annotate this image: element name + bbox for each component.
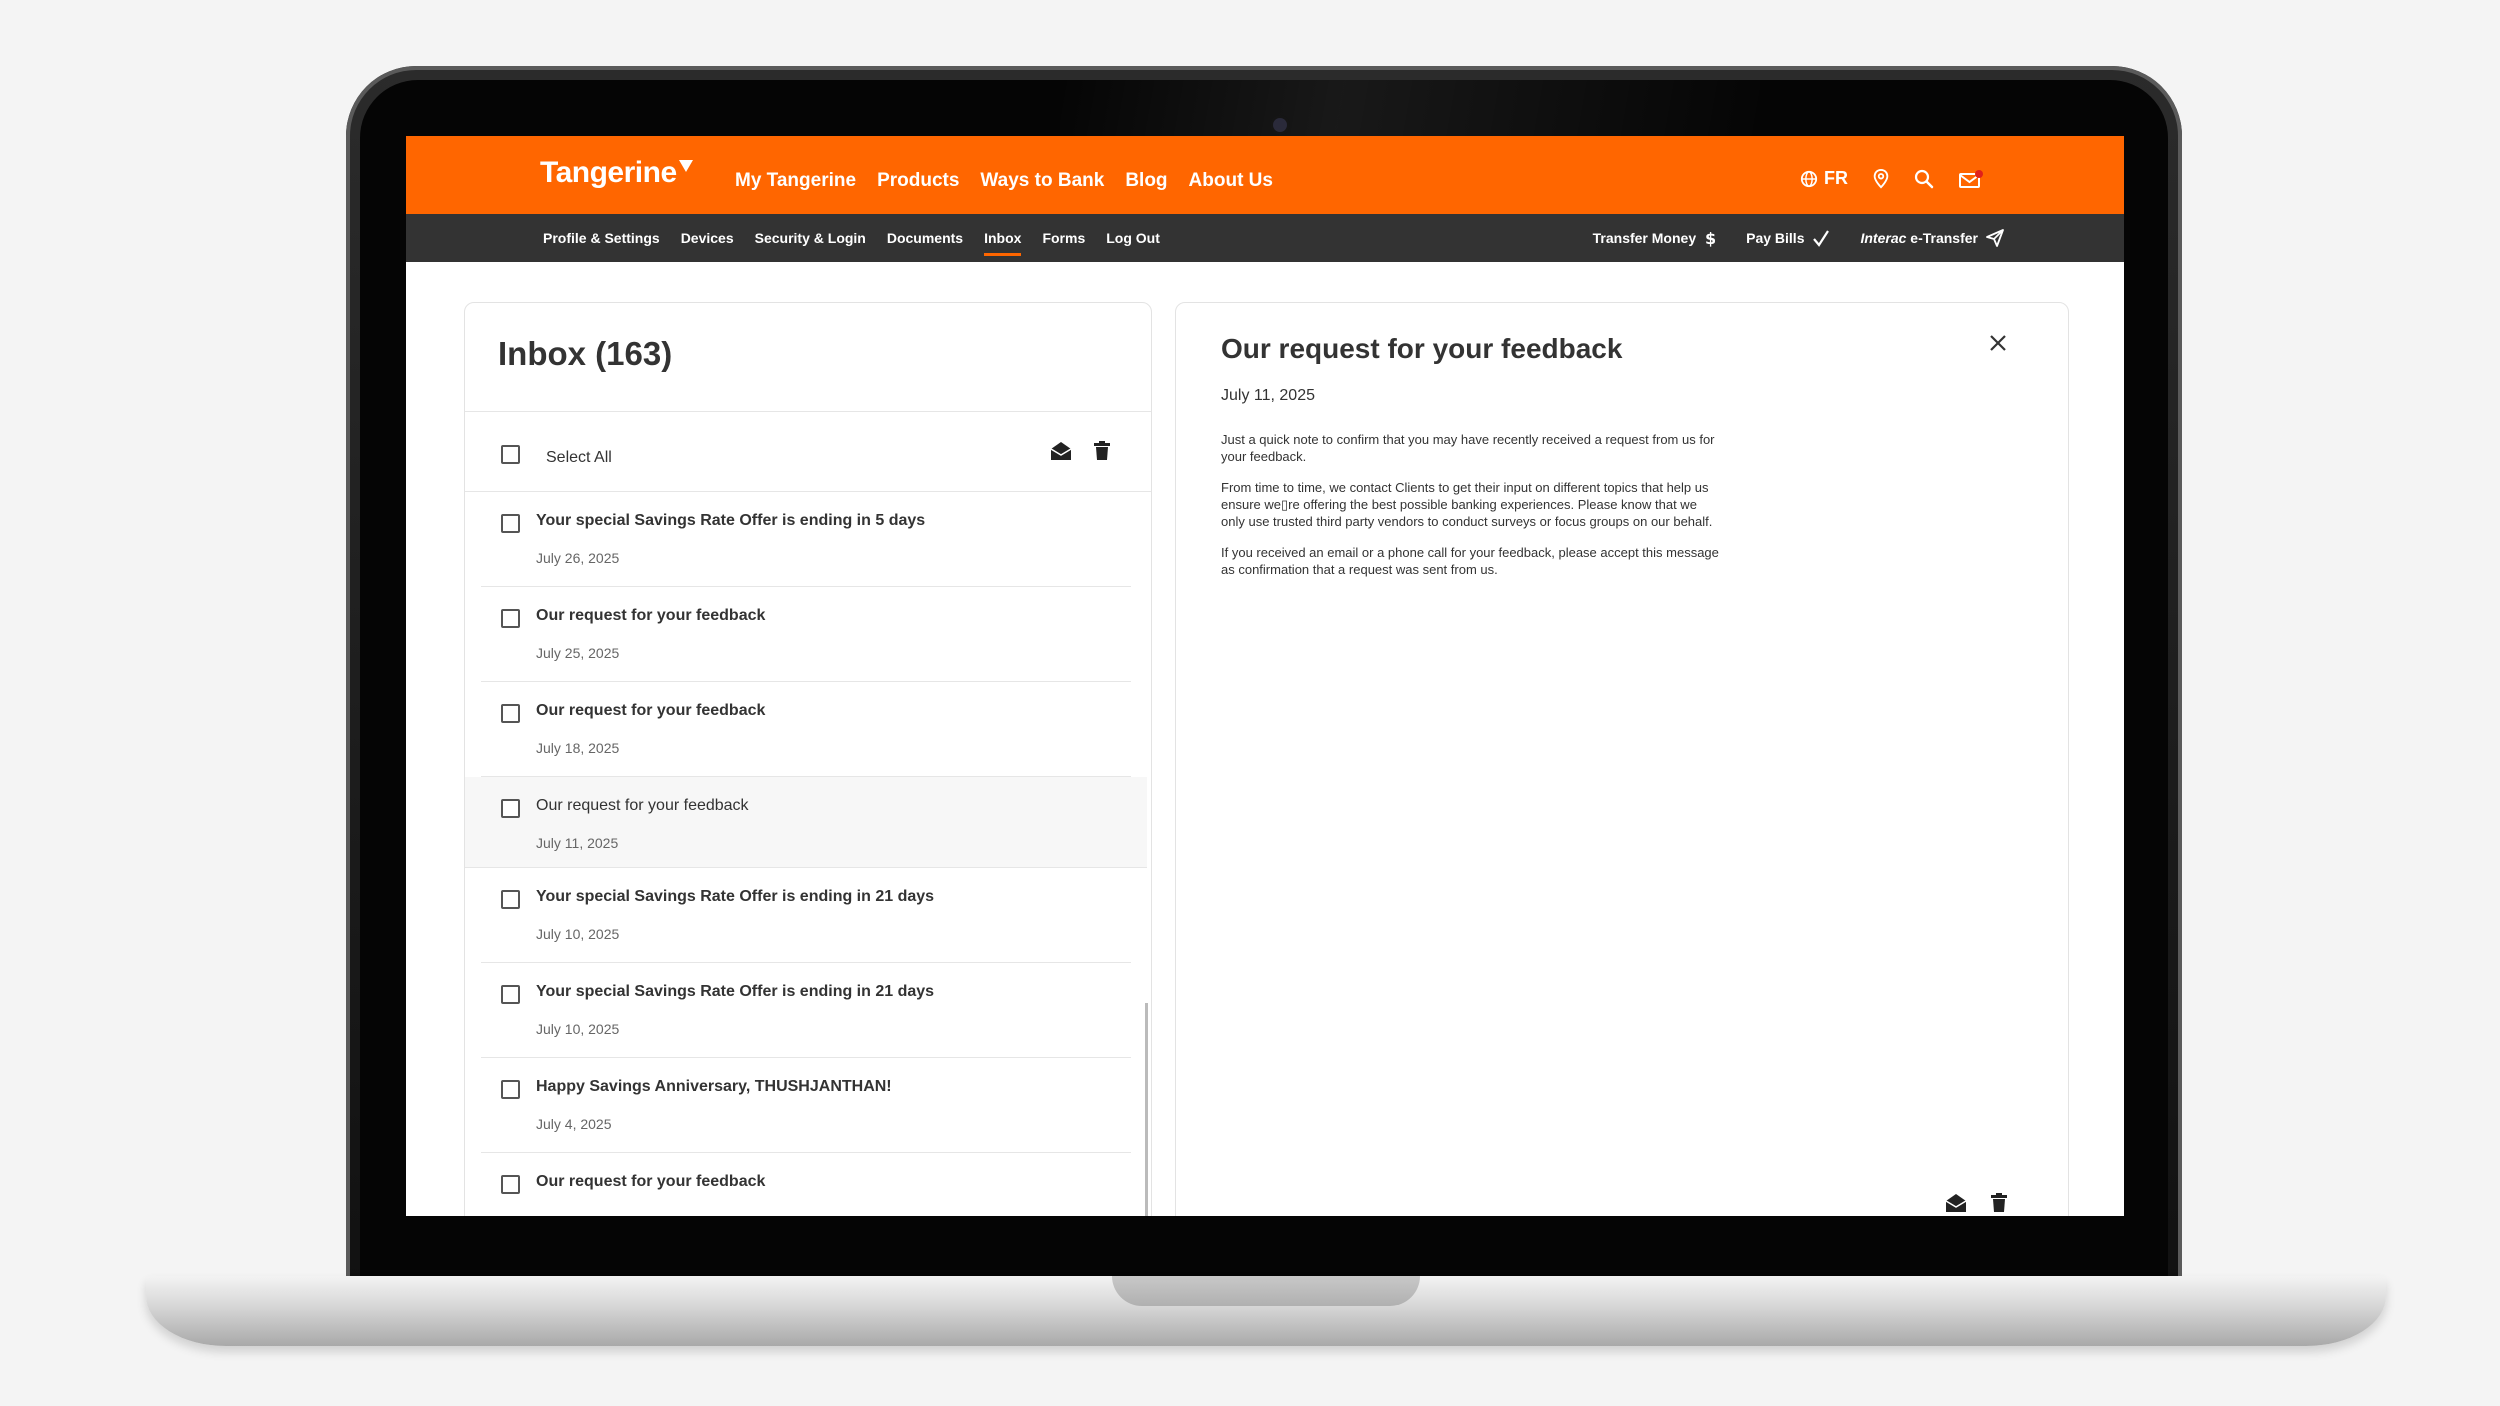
message-body: Just a quick note to confirm that you ma… bbox=[1221, 431, 1721, 592]
mark-read-icon[interactable] bbox=[1944, 1193, 1968, 1213]
message-paragraph: From time to time, we contact Clients to… bbox=[1221, 480, 1713, 529]
message-title: Our request for your feedback bbox=[1221, 333, 1623, 364]
message-checkbox[interactable] bbox=[501, 514, 520, 533]
language-label: FR bbox=[1824, 168, 1848, 188]
message-checkbox[interactable] bbox=[501, 1175, 520, 1194]
top-navigation: Tangerine My Tangerine Products Ways to … bbox=[406, 136, 2124, 214]
bulk-actions bbox=[1049, 441, 1111, 461]
checkmark-icon bbox=[1813, 230, 1830, 247]
message-checkbox[interactable] bbox=[501, 1080, 520, 1099]
message-date: July 26, 2025 bbox=[536, 550, 620, 566]
message-subject: Our request for your feedback bbox=[536, 1173, 766, 1190]
laptop-base bbox=[146, 1276, 2386, 1346]
message-date: July 10, 2025 bbox=[536, 926, 620, 942]
interac-label: Interac bbox=[1860, 230, 1907, 246]
message-date: July 4, 2025 bbox=[536, 1116, 612, 1132]
tangerine-logo[interactable]: Tangerine bbox=[540, 156, 693, 190]
message-date: July 11, 2025 bbox=[536, 835, 619, 851]
message-actions bbox=[1944, 1193, 2008, 1213]
subnav-inbox[interactable]: Inbox bbox=[984, 214, 1022, 262]
account-subnav: Profile & Settings Devices Security & Lo… bbox=[406, 214, 2124, 262]
location-pin-icon[interactable] bbox=[1872, 168, 1890, 189]
message-checkbox[interactable] bbox=[501, 704, 520, 723]
account-menu: Profile & Settings Devices Security & Lo… bbox=[543, 214, 1160, 262]
message-subject: Our request for your feedback bbox=[536, 607, 766, 624]
dollar-icon: $ bbox=[1705, 229, 1716, 247]
pay-bills-label: Pay Bills bbox=[1746, 230, 1805, 246]
logo-text: Tangerine bbox=[540, 156, 677, 189]
etransfer-label: Interac e-Transfer bbox=[1860, 230, 1978, 246]
subnav-profile-settings[interactable]: Profile & Settings bbox=[543, 214, 660, 262]
message-checkbox[interactable] bbox=[501, 890, 520, 909]
svg-text:$: $ bbox=[1705, 229, 1716, 247]
message-subject: Your special Savings Rate Offer is endin… bbox=[536, 888, 935, 905]
trash-icon[interactable] bbox=[1990, 1193, 2008, 1213]
message-detail-date: July 11, 2025 bbox=[1221, 387, 1315, 404]
subnav-forms[interactable]: Forms bbox=[1042, 214, 1085, 262]
message-paragraph: Just a quick note to confirm that you ma… bbox=[1221, 432, 1715, 464]
message-subject: Happy Savings Anniversary, THUSHJANTHAN! bbox=[536, 1078, 892, 1095]
select-all-checkbox[interactable] bbox=[501, 445, 520, 464]
main-menu: My Tangerine Products Ways to Bank Blog … bbox=[735, 170, 1273, 192]
message-row[interactable]: Our request for your feedback July 18, 2… bbox=[481, 682, 1131, 777]
browser-screen: Tangerine My Tangerine Products Ways to … bbox=[406, 136, 2124, 1216]
message-list: Your special Savings Rate Offer is endin… bbox=[465, 492, 1147, 1216]
paper-plane-icon bbox=[1986, 229, 2004, 247]
trash-icon[interactable] bbox=[1093, 441, 1111, 461]
message-row[interactable]: Your special Savings Rate Offer is endin… bbox=[481, 492, 1131, 587]
close-icon[interactable] bbox=[1986, 331, 2010, 355]
nav-ways-to-bank[interactable]: Ways to Bank bbox=[980, 170, 1104, 192]
base-notch bbox=[1112, 1276, 1420, 1306]
transfer-money-link[interactable]: Transfer Money $ bbox=[1593, 229, 1716, 247]
message-subject: Our request for your feedback bbox=[536, 797, 749, 814]
message-row[interactable]: Our request for your feedback bbox=[481, 1153, 1131, 1216]
language-toggle[interactable]: FR bbox=[1800, 168, 1848, 189]
mail-notification-icon[interactable] bbox=[1958, 169, 1984, 189]
transfer-money-label: Transfer Money bbox=[1592, 230, 1697, 246]
subnav-log-out[interactable]: Log Out bbox=[1106, 214, 1160, 262]
nav-blog[interactable]: Blog bbox=[1125, 170, 1167, 192]
select-all-row: Select All bbox=[465, 415, 1151, 492]
search-icon[interactable] bbox=[1914, 169, 1934, 189]
message-checkbox[interactable] bbox=[501, 609, 520, 628]
divider bbox=[465, 411, 1151, 412]
nav-my-tangerine[interactable]: My Tangerine bbox=[735, 170, 856, 192]
logo-mark-icon bbox=[678, 160, 693, 172]
message-checkbox[interactable] bbox=[501, 799, 520, 818]
quick-links: Transfer Money $ Pay Bills Interac e-Tra… bbox=[1593, 214, 2004, 262]
message-date: July 18, 2025 bbox=[536, 740, 620, 756]
utility-icons: FR bbox=[1800, 168, 1984, 189]
nav-about-us[interactable]: About Us bbox=[1189, 170, 1273, 192]
nav-products[interactable]: Products bbox=[877, 170, 959, 192]
message-row-selected[interactable]: Our request for your feedback July 11, 2… bbox=[465, 777, 1147, 868]
message-subject: Your special Savings Rate Offer is endin… bbox=[536, 512, 926, 529]
webcam bbox=[1273, 118, 1287, 132]
inbox-title: Inbox (163) bbox=[498, 335, 673, 372]
message-paragraph: If you received an email or a phone call… bbox=[1221, 545, 1719, 577]
inbox-panel: Inbox (163) Select All Your special Savi… bbox=[464, 302, 1152, 1216]
message-row[interactable]: Your special Savings Rate Offer is endin… bbox=[481, 868, 1131, 963]
message-row[interactable]: Your special Savings Rate Offer is endin… bbox=[481, 963, 1131, 1058]
message-detail-panel: Our request for your feedback July 11, 2… bbox=[1175, 302, 2069, 1216]
select-all-label: Select All bbox=[546, 449, 612, 466]
globe-icon bbox=[1800, 170, 1818, 187]
subnav-security-login[interactable]: Security & Login bbox=[755, 214, 866, 262]
subnav-documents[interactable]: Documents bbox=[887, 214, 963, 262]
list-scrollbar[interactable] bbox=[1145, 1003, 1148, 1216]
message-date: July 25, 2025 bbox=[536, 645, 620, 661]
message-subject: Your special Savings Rate Offer is endin… bbox=[536, 983, 935, 1000]
interac-etransfer-link[interactable]: Interac e-Transfer bbox=[1860, 229, 2004, 247]
message-subject: Our request for your feedback bbox=[536, 702, 766, 719]
mark-read-icon[interactable] bbox=[1049, 441, 1073, 461]
message-date: July 10, 2025 bbox=[536, 1021, 620, 1037]
subnav-devices[interactable]: Devices bbox=[681, 214, 734, 262]
etransfer-suffix: e-Transfer bbox=[1906, 230, 1978, 246]
message-row[interactable]: Happy Savings Anniversary, THUSHJANTHAN!… bbox=[481, 1058, 1131, 1153]
pay-bills-link[interactable]: Pay Bills bbox=[1746, 229, 1830, 247]
message-row[interactable]: Our request for your feedback July 25, 2… bbox=[481, 587, 1131, 682]
message-checkbox[interactable] bbox=[501, 985, 520, 1004]
